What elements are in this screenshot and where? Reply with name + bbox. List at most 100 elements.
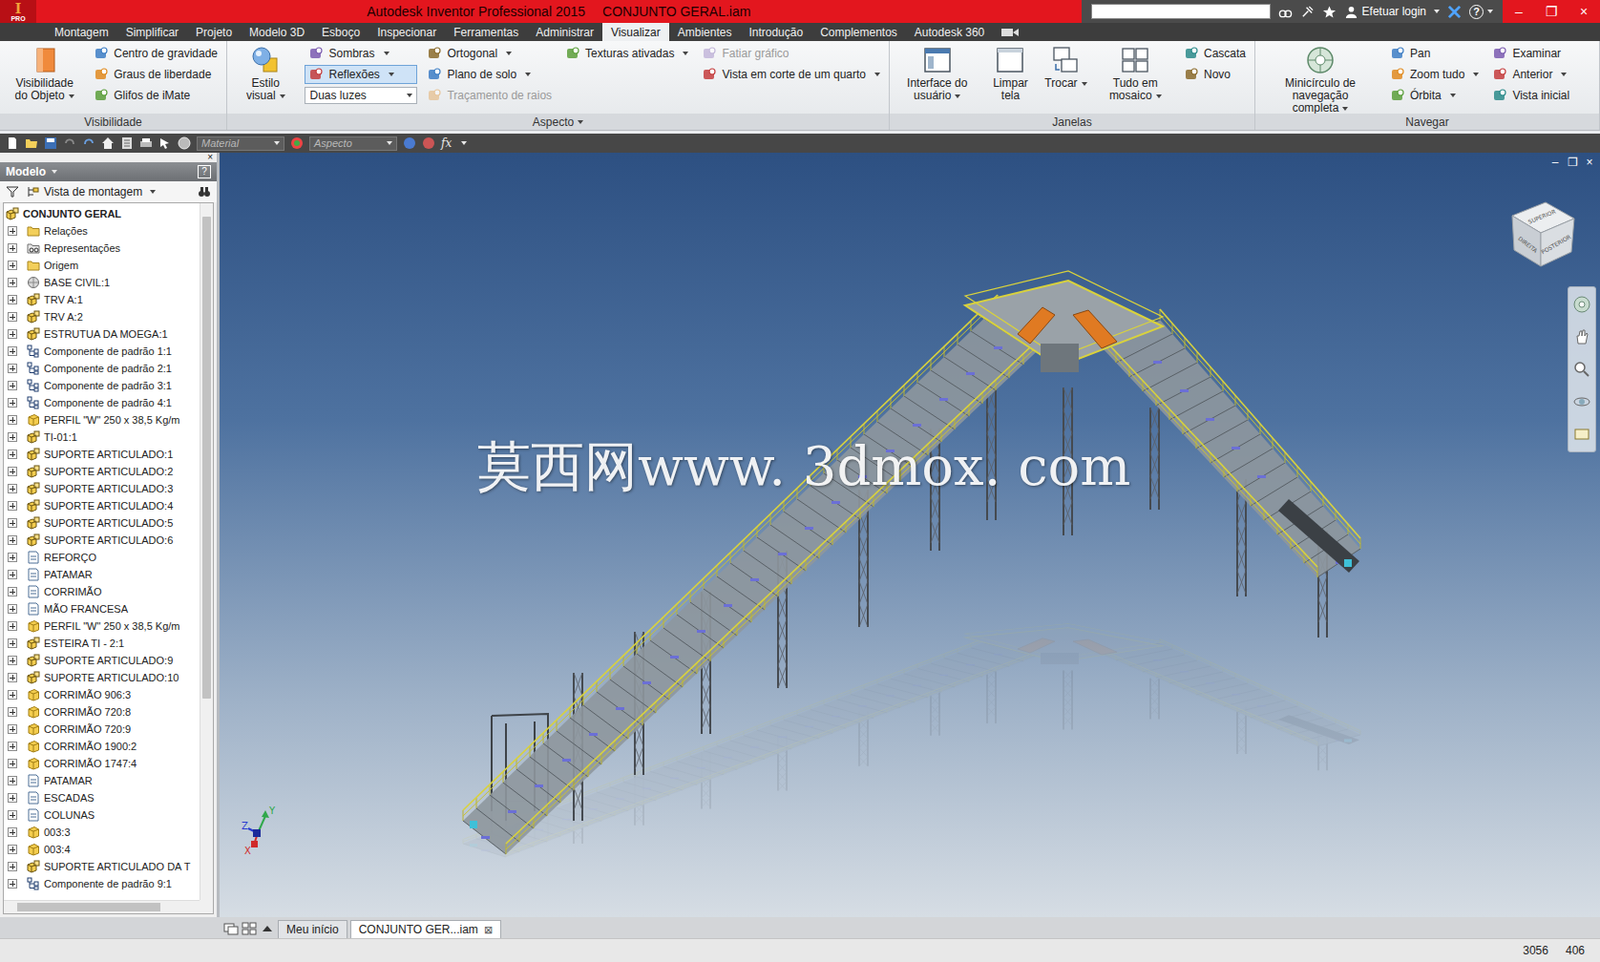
search-field[interactable]: [1091, 3, 1271, 20]
window-control-button[interactable]: ❐: [1535, 3, 1568, 20]
tree-item[interactable]: SUPORTE ARTICULADO:1: [3, 445, 200, 464]
adjust-icon[interactable]: [402, 136, 417, 150]
ribbon-tab[interactable]: Projeto: [187, 22, 241, 42]
expand-toggle[interactable]: [7, 484, 18, 494]
tree-item[interactable]: CORRIMÃO 1747:4: [3, 755, 200, 773]
ribbon-tab[interactable]: Introdução: [739, 22, 812, 42]
new-file-icon[interactable]: [5, 136, 20, 150]
document-tab[interactable]: CONJUNTO GER...iam ⊠: [350, 920, 502, 939]
help-button[interactable]: ?: [197, 165, 211, 179]
star-icon[interactable]: [1322, 4, 1337, 20]
panel-title[interactable]: Aspecto: [227, 113, 889, 130]
ribbon-large-button[interactable]: Trocar: [1040, 43, 1091, 91]
expand-toggle[interactable]: [7, 827, 18, 838]
zoom-icon[interactable]: [1572, 359, 1592, 379]
binoculars-icon[interactable]: [1278, 4, 1293, 20]
tree-item[interactable]: COLUNAS: [3, 806, 200, 824]
tree-item[interactable]: Componente de padrão 1:1: [3, 342, 200, 360]
app-menu-button[interactable]: I PRO: [0, 0, 37, 23]
appearance-icon[interactable]: [290, 136, 304, 150]
ribbon-button[interactable]: Novo: [1179, 64, 1250, 85]
tree-item[interactable]: PERFIL "W" 250 x 38,5 Kg/m: [3, 617, 200, 635]
viewport-control-button[interactable]: ×: [1582, 155, 1597, 169]
tree-item[interactable]: Relações: [3, 222, 200, 240]
expand-toggle[interactable]: [7, 243, 18, 253]
color-wheel-icon[interactable]: [177, 136, 191, 150]
parameters-button[interactable]: fx: [441, 136, 452, 150]
graphics-window[interactable]: 莫西网www. 3dmox. com –❐× SUPERIORDIREITAPO…: [219, 152, 1600, 918]
satellite-icon[interactable]: [1300, 4, 1315, 20]
expand-toggle[interactable]: [7, 294, 18, 305]
ribbon-tab[interactable]: Visualizar: [602, 22, 670, 42]
expand-toggle[interactable]: [7, 604, 18, 614]
ribbon-button[interactable]: Pan: [1386, 43, 1483, 64]
expand-toggle[interactable]: [7, 673, 18, 683]
tree-item[interactable]: CORRIMÃO 906:3: [3, 686, 200, 704]
viewport-control-button[interactable]: ❐: [1565, 155, 1579, 169]
expand-toggle[interactable]: [7, 844, 18, 855]
expand-toggle[interactable]: [7, 587, 18, 597]
ribbon-button[interactable]: Sombras: [304, 43, 418, 64]
tree-item[interactable]: CORRIMÃO 720:9: [3, 720, 200, 738]
tree-item[interactable]: Representações: [3, 239, 200, 257]
appearance-field[interactable]: Aspecto: [309, 136, 398, 151]
ribbon-tab[interactable]: Ferramentas: [444, 22, 527, 42]
ribbon-button[interactable]: Texturas ativadas: [561, 43, 693, 64]
tree-item[interactable]: Componente de padrão 4:1: [3, 394, 200, 412]
ribbon-large-button[interactable]: Visibilidade do Objeto: [4, 43, 85, 104]
expand-toggle[interactable]: [7, 466, 18, 477]
tree-item[interactable]: TRV A:2: [3, 308, 200, 326]
panel-title[interactable]: Visibilidade: [0, 113, 227, 130]
pan-hand-icon[interactable]: [1572, 327, 1592, 347]
expand-toggle[interactable]: [7, 226, 18, 236]
tree-item[interactable]: CORRIMÃO 1900:2: [3, 737, 200, 756]
vertical-scrollbar[interactable]: [199, 203, 213, 901]
print-icon[interactable]: [139, 136, 153, 150]
ribbon-large-button[interactable]: Minicírculo de navegação completa: [1260, 43, 1381, 116]
tree-item[interactable]: SUPORTE ARTICULADO:2: [3, 463, 200, 481]
expand-toggle[interactable]: [7, 535, 18, 546]
expand-toggle[interactable]: [7, 621, 18, 632]
expand-toggle[interactable]: [7, 810, 18, 821]
home-icon[interactable]: [101, 136, 115, 150]
ribbon-button[interactable]: Cascata: [1179, 43, 1250, 64]
tree-item[interactable]: CONJUNTO GERAL: [3, 205, 200, 223]
ribbon-button[interactable]: Reflexões: [304, 64, 418, 85]
expand-toggle[interactable]: [7, 277, 18, 288]
tree-item[interactable]: Componente de padrão 3:1: [3, 377, 200, 395]
ribbon-tab[interactable]: Inspecionar: [368, 22, 445, 42]
ribbon-button[interactable]: Graus de liberdade: [89, 64, 222, 85]
tree-item[interactable]: ESTEIRA TI - 2:1: [3, 634, 200, 653]
tree-item[interactable]: 003:4: [3, 841, 200, 859]
expand-toggle[interactable]: [7, 879, 18, 889]
ribbon-button[interactable]: Glifos de iMate: [89, 85, 222, 106]
ribbon-button[interactable]: Órbita: [1386, 85, 1483, 106]
expand-toggle[interactable]: [7, 569, 18, 580]
tree-item[interactable]: REFORÇO: [3, 548, 200, 567]
horizontal-scrollbar[interactable]: [3, 900, 200, 914]
tree-item[interactable]: PATAMAR: [3, 566, 200, 584]
help-button[interactable]: ?: [1469, 4, 1494, 20]
tree-item[interactable]: SUPORTE ARTICULADO:6: [3, 531, 200, 549]
window-control-button[interactable]: –: [1502, 3, 1536, 20]
expand-toggle[interactable]: [7, 312, 18, 322]
ribbon-large-button[interactable]: Limpar tela: [985, 43, 1035, 104]
window-control-button[interactable]: ×: [1567, 3, 1600, 20]
redo-icon[interactable]: [82, 136, 96, 150]
ribbon-button[interactable]: Examinar: [1488, 43, 1574, 64]
expand-toggle[interactable]: [7, 655, 18, 666]
tree-item[interactable]: SUPORTE ARTICULADO:10: [3, 669, 200, 687]
ribbon-tab[interactable]: Simplificar: [117, 22, 188, 42]
expand-toggle[interactable]: [7, 346, 18, 357]
ribbon-tab[interactable]: Complementos: [811, 22, 906, 42]
ribbon-tab[interactable]: Esboço: [313, 22, 369, 42]
ribbon-button[interactable]: Fatiar gráfico: [697, 43, 885, 64]
up-arrow-icon[interactable]: [259, 922, 275, 936]
ribbon-button[interactable]: Traçamento de raios: [422, 85, 556, 106]
expand-toggle[interactable]: [7, 690, 18, 700]
look-at-icon[interactable]: [1572, 424, 1592, 444]
expand-toggle[interactable]: [7, 741, 18, 752]
expand-toggle[interactable]: [7, 449, 18, 460]
expand-toggle[interactable]: [7, 758, 18, 769]
exchange-icon[interactable]: [1447, 4, 1462, 20]
